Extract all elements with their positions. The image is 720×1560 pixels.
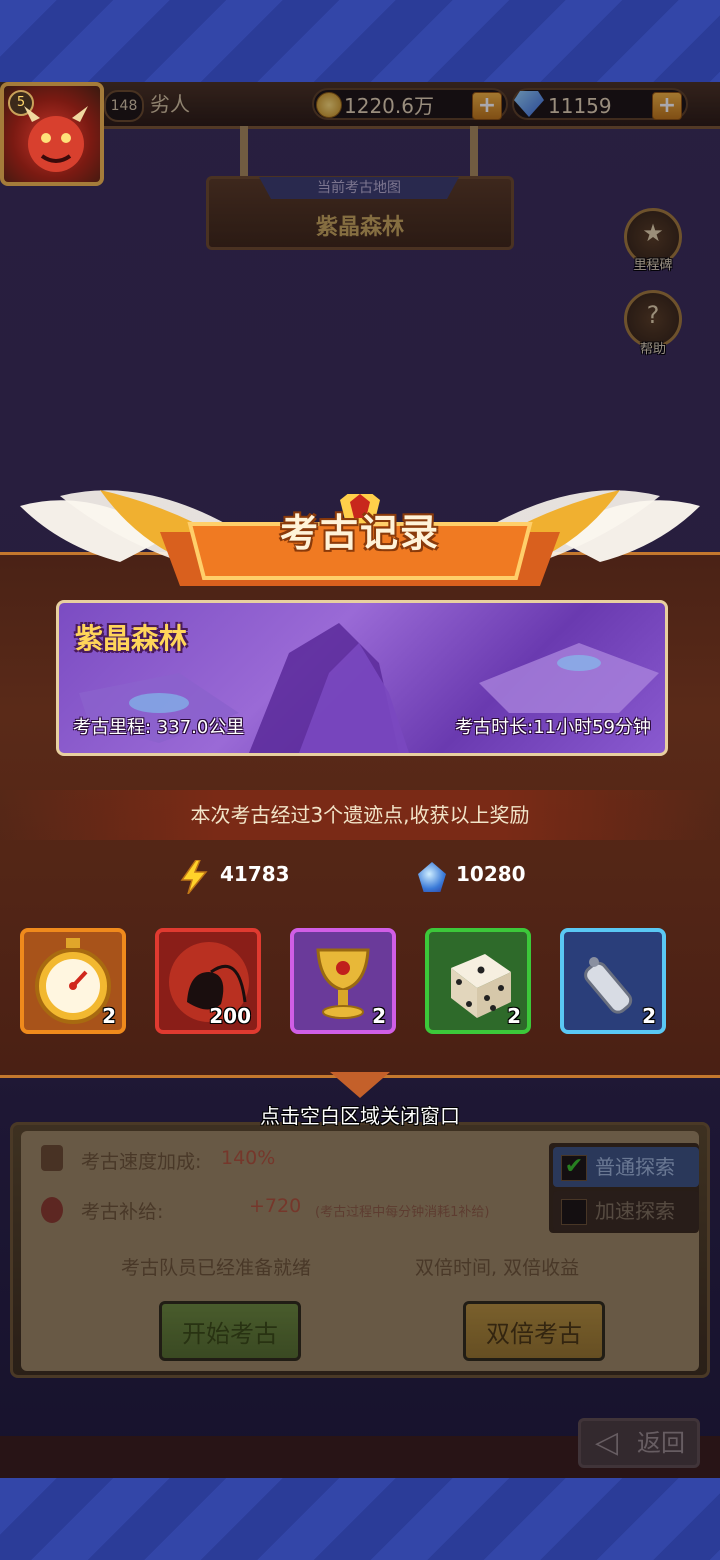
- reward-item-dice[interactable]: 2: [425, 928, 531, 1034]
- record-title: 考古记录: [279, 511, 440, 555]
- item-count: 2: [102, 1004, 116, 1028]
- screen-frame-top: [0, 0, 720, 82]
- player-avatar[interactable]: 5: [0, 82, 104, 186]
- reward-item-whistle[interactable]: 2: [560, 928, 666, 1034]
- reward-item-stopwatch[interactable]: 2: [20, 928, 126, 1034]
- map-card: 紫晶森林 考古里程: 337.0公里 考古时长:11小时59分钟: [56, 600, 668, 756]
- map-card-title: 紫晶森林: [75, 622, 188, 655]
- demon-face-icon: [24, 106, 88, 172]
- screen-frame-bottom: [0, 1478, 720, 1560]
- item-count: 2: [507, 1004, 521, 1028]
- energy-amount: 41783: [220, 862, 290, 886]
- reward-item-goblet[interactable]: 2: [290, 928, 396, 1034]
- close-hint-text: 点击空白区域关闭窗口: [260, 1104, 460, 1128]
- duration-text: 考古时长:11小时59分钟: [455, 717, 651, 738]
- item-count: 200: [209, 1004, 251, 1028]
- energy-bolt-icon: [180, 860, 208, 894]
- crystal-amount: 10280: [456, 862, 526, 886]
- item-count: 2: [372, 1004, 386, 1028]
- summary-text: 本次考古经过3个遗迹点,收获以上奖励: [0, 790, 720, 840]
- reward-item-pouch[interactable]: 200: [155, 928, 261, 1034]
- item-count: 2: [642, 1004, 656, 1028]
- distance-text: 考古里程: 337.0公里: [73, 717, 245, 738]
- game-view: 5 148 劣人 1220.6万 + 11159 + 当前考古地图 紫晶森林 ★…: [0, 82, 720, 1478]
